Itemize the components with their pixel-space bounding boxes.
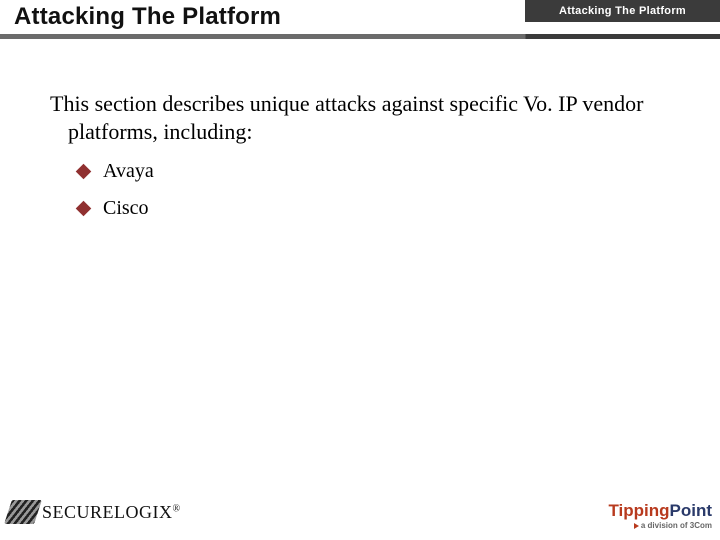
tippingpoint-subtext: a division of 3Com xyxy=(608,522,712,530)
securelogix-logo: SECURELOGIX® xyxy=(8,498,181,526)
header-tab: Attacking The Platform xyxy=(525,0,720,22)
tipping-text: Tipping xyxy=(608,501,669,520)
registered-mark: ® xyxy=(173,503,181,514)
list-item: Cisco xyxy=(78,197,154,220)
intro-text-content: This section describes unique attacks ag… xyxy=(32,90,710,145)
bullet-list: Avaya Cisco xyxy=(78,160,154,234)
securelogix-mark-icon xyxy=(8,498,38,526)
triangle-icon xyxy=(634,523,639,529)
slide-title: Attacking The Platform xyxy=(14,3,281,31)
diamond-bullet-icon xyxy=(76,201,92,217)
diamond-bullet-icon xyxy=(76,164,92,180)
tippingpoint-logo: TippingPoint a division of 3Com xyxy=(608,502,712,530)
list-item: Avaya xyxy=(78,160,154,183)
securelogix-wordmark: SECURELOGIX® xyxy=(42,502,181,523)
point-text: Point xyxy=(670,501,713,520)
bullet-label: Cisco xyxy=(103,197,149,220)
footer: SECURELOGIX® TippingPoint a division of … xyxy=(8,486,712,534)
bullet-label: Avaya xyxy=(103,160,154,183)
header-underline xyxy=(0,34,720,39)
subtext-label: a division of 3Com xyxy=(641,521,712,530)
tippingpoint-wordmark: TippingPoint xyxy=(608,501,712,520)
intro-text: This section describes unique attacks ag… xyxy=(32,90,710,145)
securelogix-text: SECURELOGIX xyxy=(42,502,173,522)
